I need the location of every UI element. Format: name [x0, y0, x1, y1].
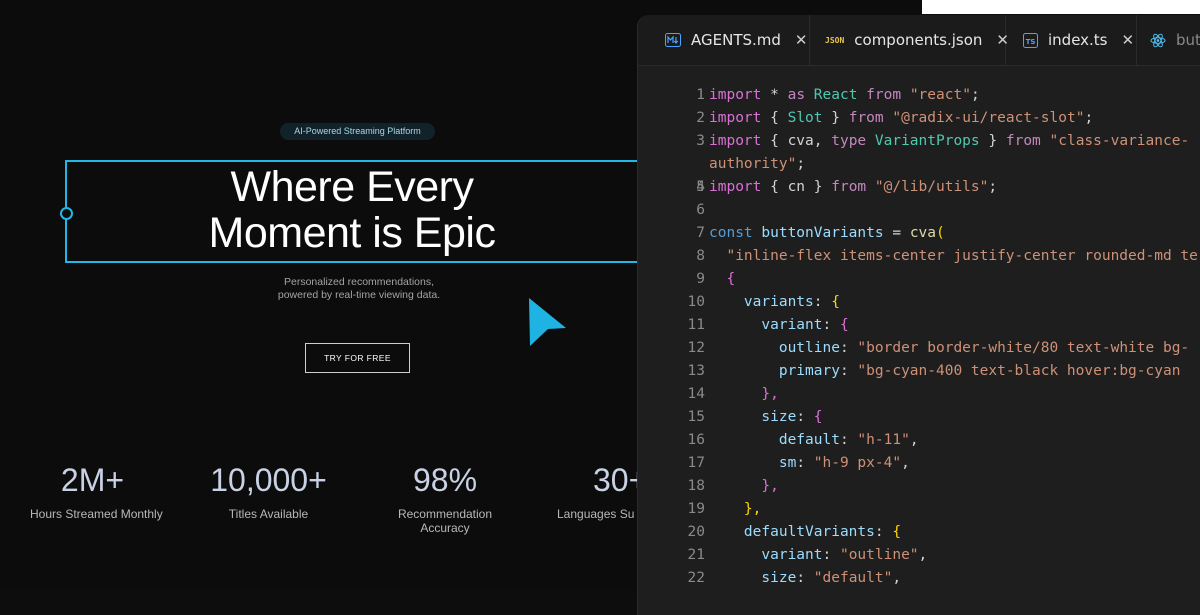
line-number: 11 — [687, 317, 705, 333]
line-number: 17 — [687, 455, 705, 471]
tab-label: index.ts — [1048, 31, 1108, 49]
hero-title-line1: Where Every — [230, 163, 474, 211]
tab-button-tsx[interactable]: butt — [1137, 15, 1200, 65]
tab-index-ts[interactable]: TS index.ts ✕ — [1006, 15, 1137, 65]
cursor-pointer-icon — [529, 298, 566, 346]
markdown-file-icon — [665, 32, 681, 48]
subtitle-line1: Personalized recommendations, — [284, 276, 434, 288]
line-number: 6 — [696, 202, 705, 218]
tab-label: butt — [1176, 31, 1200, 49]
line-number: 1 — [696, 87, 705, 103]
line-number: 7 — [696, 225, 705, 241]
tab-label: AGENTS.md — [691, 31, 781, 49]
stat-label: Recommendation Accuracy — [385, 507, 505, 535]
react-file-icon — [1150, 32, 1166, 48]
line-number: 18 — [687, 478, 705, 494]
stat-value: 10,000+ — [210, 462, 327, 498]
stat-titles: 10,000+ Titles Available — [200, 462, 337, 521]
line-number: 14 — [687, 386, 705, 402]
line-number: 15 — [687, 409, 705, 425]
stat-label-line2: Accuracy — [420, 521, 470, 535]
line-number: 5 — [696, 179, 705, 195]
line-number: 12 — [687, 340, 705, 356]
selection-handle[interactable] — [60, 207, 73, 220]
line-number: 2 — [696, 110, 705, 126]
line-number: 16 — [687, 432, 705, 448]
stat-hours: 2M+ Hours Streamed Monthly — [30, 462, 163, 521]
line-number: 13 — [687, 363, 705, 379]
line-number: 8 — [696, 248, 705, 264]
tab-components-json[interactable]: JSON components.json ✕ — [810, 15, 1009, 65]
subtitle-line2: powered by real-time viewing data. — [277, 289, 441, 301]
stat-value: 98% — [412, 462, 478, 498]
typescript-file-icon: TS — [1022, 32, 1038, 48]
line-number: 10 — [687, 294, 705, 310]
close-icon[interactable]: ✕ — [1122, 31, 1135, 49]
stat-value: 2M+ — [60, 462, 125, 498]
code-editor-window: AGENTS.md ✕ JSON components.json ✕ TS in… — [637, 15, 1200, 615]
editor-tab-bar: AGENTS.md ✕ JSON components.json ✕ TS in… — [638, 15, 1200, 66]
line-number: 9 — [696, 271, 705, 287]
line-number: 19 — [687, 501, 705, 517]
hero-title-line2: Moment is Epic — [208, 209, 496, 257]
hero-subtitle: Personalized recommendations, powered by… — [240, 276, 478, 302]
hero-title: Where Every Moment is Epic — [150, 164, 554, 256]
stat-label-line1: Recommendation — [397, 507, 493, 521]
try-for-free-button[interactable]: TRY FOR FREE — [305, 343, 410, 373]
stat-label: Titles Available — [228, 507, 309, 521]
line-number: 3 — [696, 133, 705, 149]
svg-text:TS: TS — [1025, 38, 1035, 46]
stat-accuracy: 98% Recommendation Accuracy — [385, 462, 505, 535]
close-icon[interactable]: ✕ — [795, 31, 808, 49]
line-number: 21 — [687, 547, 705, 563]
stat-label: Hours Streamed Monthly — [30, 507, 163, 521]
json-file-icon: JSON — [825, 35, 845, 45]
background-window-strip — [922, 0, 1200, 14]
tab-label: components.json — [854, 31, 983, 49]
tab-agents-md[interactable]: AGENTS.md ✕ — [638, 15, 810, 65]
line-number: 20 — [687, 524, 705, 540]
hero-badge: AI-Powered Streaming Platform — [280, 123, 435, 140]
line-number: 22 — [687, 570, 705, 586]
